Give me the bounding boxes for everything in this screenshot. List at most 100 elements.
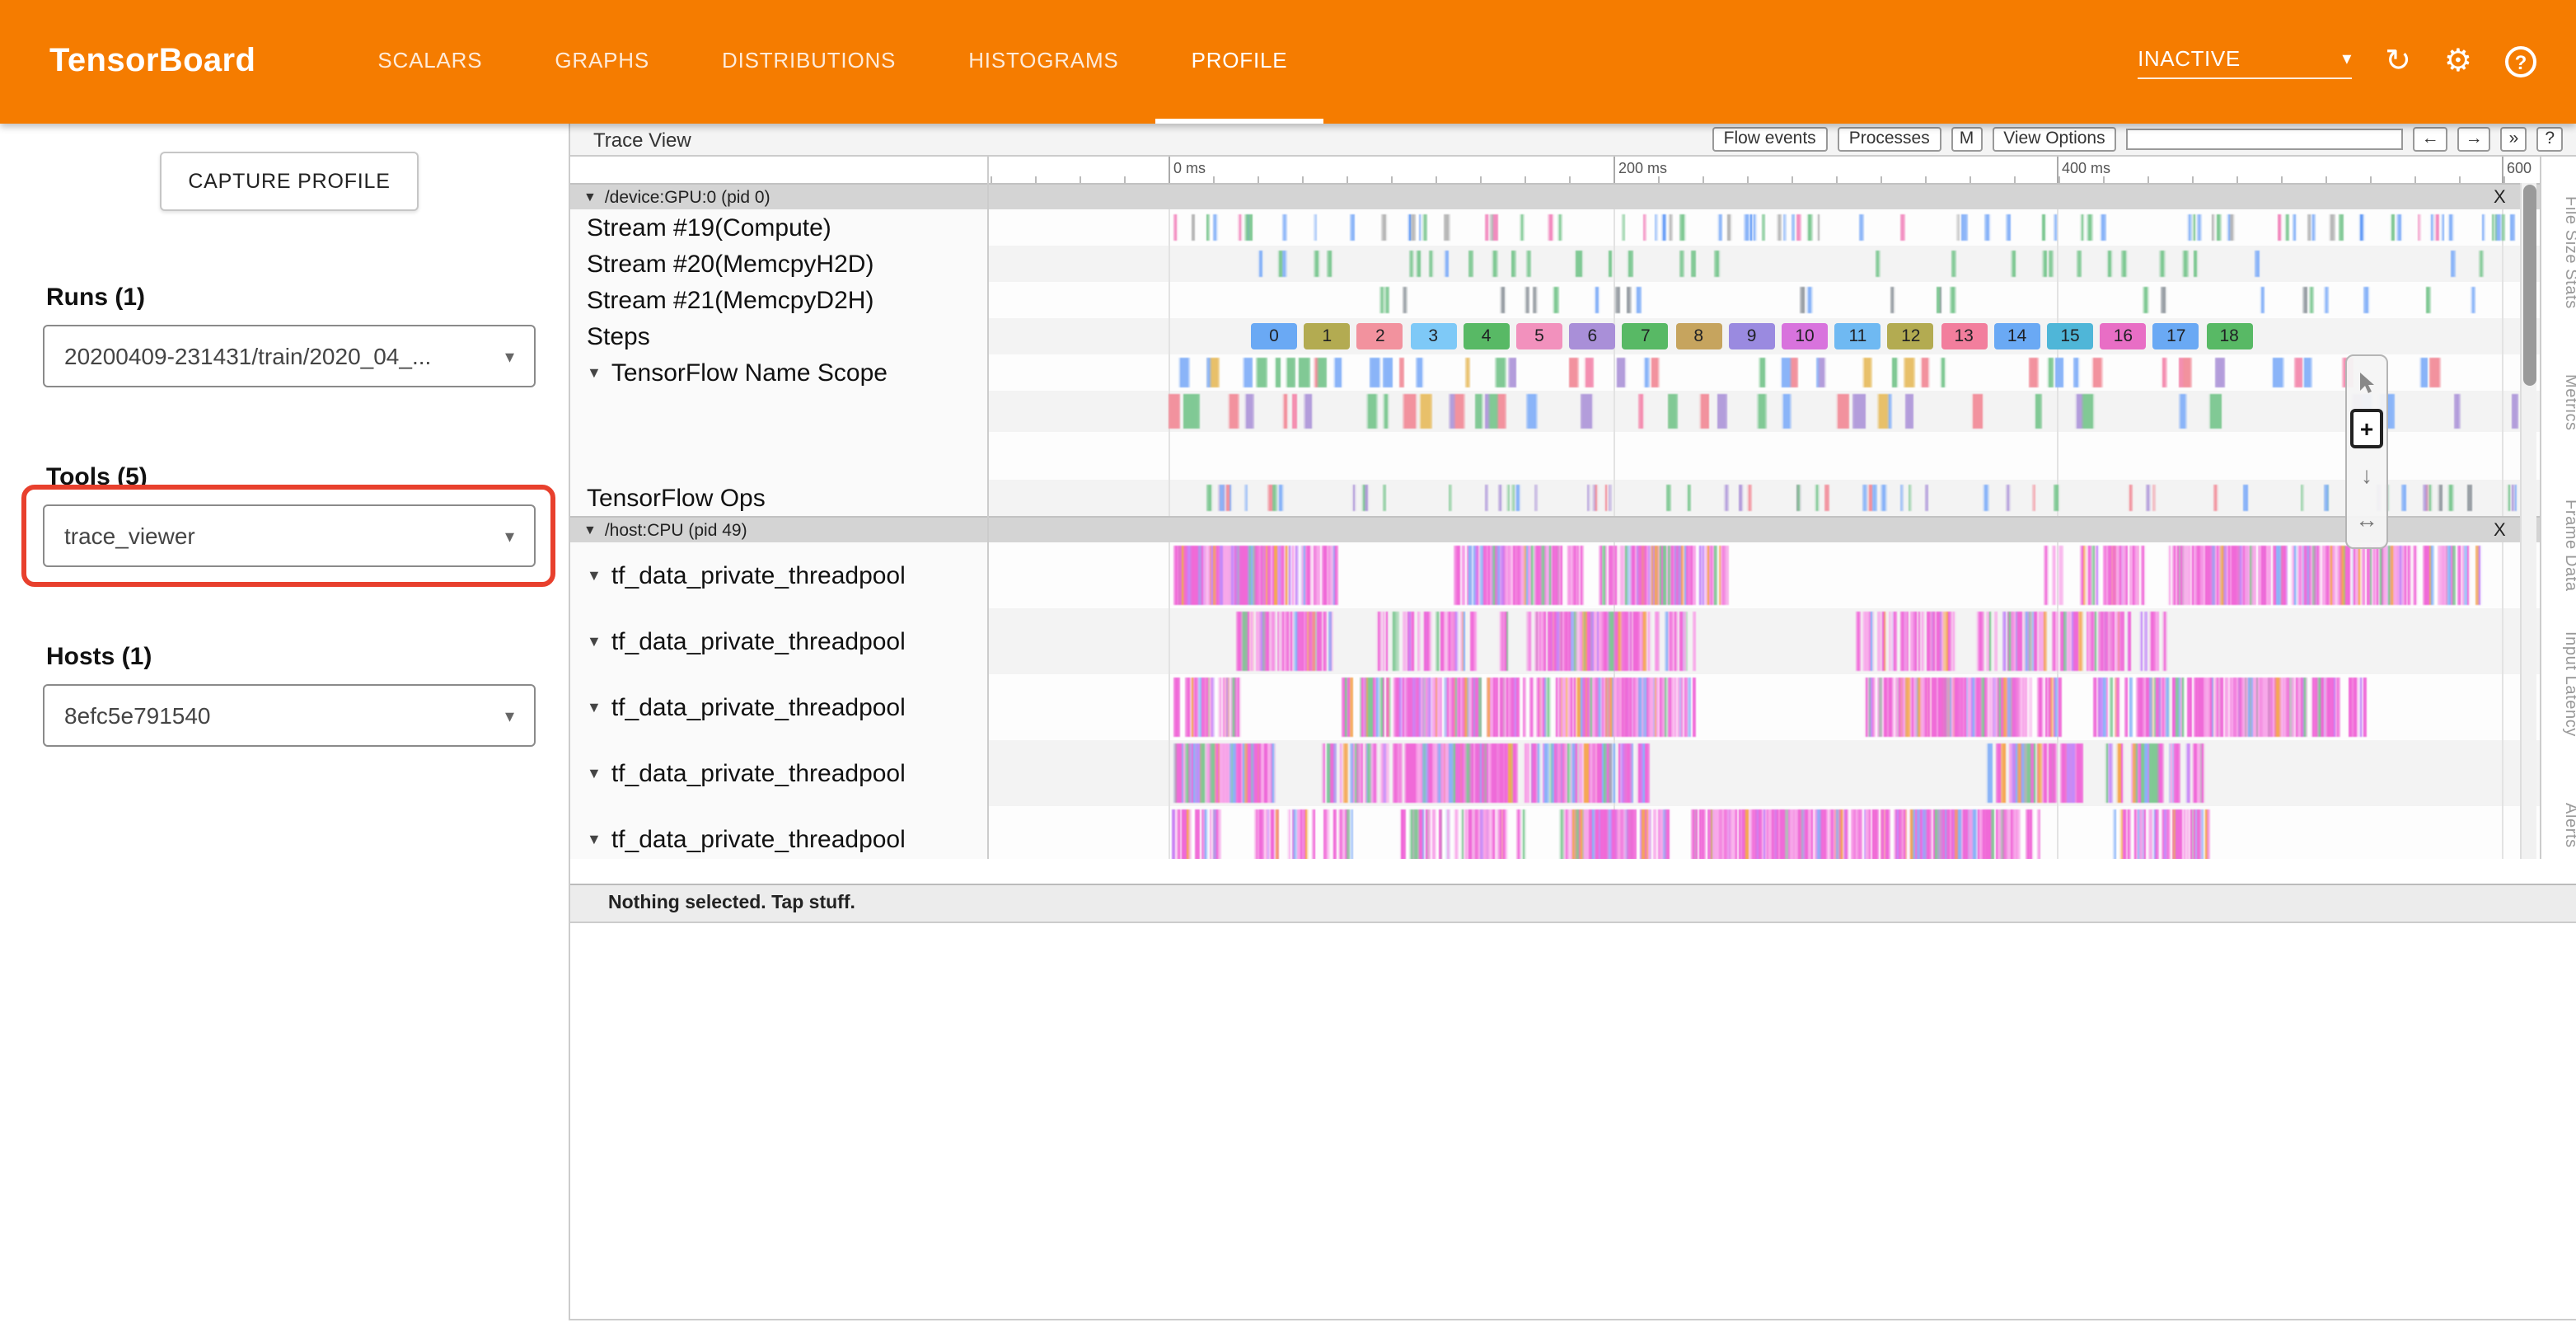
track-label: tf_data_private_threadpool: [611, 627, 906, 655]
track-row-stream19: Stream #19(Compute): [570, 209, 2576, 246]
detail-message: Nothing selected. Tap stuff.: [608, 893, 855, 913]
tab-histograms[interactable]: HISTOGRAMS: [932, 0, 1155, 124]
track-label: Stream #19(Compute): [587, 213, 831, 242]
ruler-tick-label: 600: [2507, 160, 2532, 176]
track-label: TensorFlow Name Scope: [611, 359, 888, 387]
step-block[interactable]: 11: [1834, 323, 1880, 349]
tab-distributions[interactable]: DISTRIBUTIONS: [686, 0, 932, 124]
track-canvas-stream20[interactable]: [987, 246, 2576, 282]
find-next-button[interactable]: →: [2457, 127, 2491, 152]
step-block[interactable]: 0: [1251, 323, 1297, 349]
step-block[interactable]: 3: [1410, 323, 1456, 349]
section-gpu[interactable]: ▼ /device:GPU:0 (pid 0) X: [570, 183, 2576, 209]
zoom-tool-icon[interactable]: +: [2350, 410, 2383, 449]
refresh-icon[interactable]: ↻: [2385, 46, 2411, 77]
chevron-down-icon: ▾: [2342, 47, 2352, 68]
track-canvas-stream19[interactable]: [987, 209, 2576, 246]
track-row-steps: Steps 0123456789101112131415161718: [570, 318, 2576, 354]
track-label: Steps: [587, 322, 650, 350]
topbar-actions: INACTIVE ▾ ↻ ⚙ ?: [2138, 0, 2576, 124]
chevron-down-icon: ▼: [587, 765, 602, 781]
tab-file-size-stats[interactable]: File Size Stats: [2541, 196, 2576, 309]
step-block[interactable]: 16: [2100, 323, 2146, 349]
view-options-button[interactable]: View Options: [1992, 127, 2116, 152]
tab-profile[interactable]: PROFILE: [1155, 0, 1324, 124]
track-canvas-tf-ops[interactable]: [987, 480, 2576, 516]
section-gpu-label: /device:GPU:0 (pid 0): [605, 187, 770, 207]
chevron-down-icon: ▼: [583, 523, 597, 537]
tab-input-latency[interactable]: Input Latency: [2541, 631, 2576, 737]
chevron-down-icon: ▼: [587, 567, 602, 584]
step-block[interactable]: 5: [1516, 323, 1562, 349]
timeline-ruler[interactable]: 0 ms200 ms400 ms600: [570, 157, 2576, 183]
track-row-stream21: Stream #21(MemcpyD2H): [570, 282, 2576, 318]
more-button[interactable]: »: [2501, 127, 2527, 152]
tab-graphs[interactable]: GRAPHS: [518, 0, 686, 124]
chevron-down-icon: ▾: [505, 705, 514, 726]
tools-select[interactable]: trace_viewer ▾: [43, 504, 536, 567]
step-block[interactable]: 6: [1569, 323, 1615, 349]
metadata-button[interactable]: M: [1951, 127, 1983, 152]
selection-tool-icon[interactable]: [2350, 364, 2383, 404]
hosts-select[interactable]: 8efc5e791540 ▾: [43, 684, 536, 747]
trace-help-button[interactable]: ?: [2536, 127, 2563, 152]
track-canvas-threadpool-3[interactable]: [987, 674, 2576, 740]
step-block[interactable]: 12: [1888, 323, 1934, 349]
top-bar: TensorBoard SCALARS GRAPHS DISTRIBUTIONS…: [0, 0, 2576, 124]
flow-events-button[interactable]: Flow events: [1712, 127, 1828, 152]
help-icon[interactable]: ?: [2505, 46, 2536, 77]
track-row-spacer: [570, 432, 2576, 480]
timing-tool-icon[interactable]: ↓: [2350, 455, 2383, 495]
trace-search-input[interactable]: [2127, 129, 2404, 150]
ruler-tick-label: 400 ms: [2062, 160, 2110, 176]
capture-profile-button[interactable]: CAPTURE PROFILE: [160, 152, 419, 211]
status-dropdown[interactable]: INACTIVE ▾: [2138, 45, 2352, 78]
step-block[interactable]: 18: [2206, 323, 2252, 349]
step-block[interactable]: 4: [1464, 323, 1510, 349]
step-block[interactable]: 8: [1675, 323, 1721, 349]
step-block[interactable]: 1: [1304, 323, 1350, 349]
step-block[interactable]: 2: [1357, 323, 1403, 349]
right-tab-strip: File Size Stats Metrics Frame Data Input…: [2540, 157, 2576, 859]
close-section-icon[interactable]: X: [2494, 187, 2506, 207]
tab-alerts[interactable]: Alerts: [2541, 803, 2576, 848]
step-block[interactable]: 13: [1941, 323, 1987, 349]
step-block[interactable]: 14: [1994, 323, 2040, 349]
section-cpu[interactable]: ▼ /host:CPU (pid 49) X: [570, 516, 2576, 542]
close-section-icon[interactable]: X: [2494, 520, 2506, 540]
step-block[interactable]: 7: [1623, 323, 1669, 349]
track-canvas-threadpool-4[interactable]: [987, 740, 2576, 806]
track-canvas-stream21[interactable]: [987, 282, 2576, 318]
track-canvas-threadpool-2[interactable]: [987, 608, 2576, 674]
track-canvas-name-scope-2[interactable]: [987, 391, 2576, 432]
track-row-stream20: Stream #20(MemcpyH2D): [570, 246, 2576, 282]
tab-scalars[interactable]: SCALARS: [341, 0, 518, 124]
scrollbar-thumb[interactable]: [2523, 185, 2536, 386]
tab-frame-data[interactable]: Frame Data: [2541, 500, 2576, 592]
status-label: INACTIVE: [2138, 45, 2241, 70]
track-label: tf_data_private_threadpool: [611, 759, 906, 787]
hosts-label: Hosts (1): [46, 643, 152, 671]
ruler-tick-label: 200 ms: [1618, 160, 1667, 176]
chevron-down-icon: ▼: [587, 831, 602, 847]
pan-tool-icon[interactable]: ↔: [2350, 500, 2383, 540]
tensorboard-app: TensorBoard SCALARS GRAPHS DISTRIBUTIONS…: [0, 0, 2576, 1332]
runs-select[interactable]: 20200409-231431/train/2020_04_... ▾: [43, 325, 536, 387]
track-row-name-scope-2: [570, 391, 2576, 432]
gear-icon[interactable]: ⚙: [2444, 46, 2472, 77]
detail-panel-body: [570, 923, 2576, 1319]
step-block[interactable]: 10: [1782, 323, 1828, 349]
tab-metrics[interactable]: Metrics: [2541, 374, 2576, 431]
chevron-down-icon: ▼: [587, 364, 602, 381]
find-prev-button[interactable]: ←: [2414, 127, 2447, 152]
step-block[interactable]: 9: [1729, 323, 1775, 349]
track-canvas-threadpool-1[interactable]: [987, 542, 2576, 608]
processes-button[interactable]: Processes: [1838, 127, 1941, 152]
step-block[interactable]: 15: [2047, 323, 2093, 349]
track-row-threadpool-3: ▼tf_data_private_threadpool: [570, 674, 2576, 740]
trace-toolbar: Trace View Flow events Processes M View …: [570, 124, 2576, 157]
trace-scrollbar[interactable]: [2520, 183, 2536, 859]
track-canvas-threadpool-5[interactable]: [987, 806, 2576, 859]
step-block[interactable]: 17: [2153, 323, 2199, 349]
track-canvas-name-scope-1[interactable]: [987, 354, 2576, 391]
